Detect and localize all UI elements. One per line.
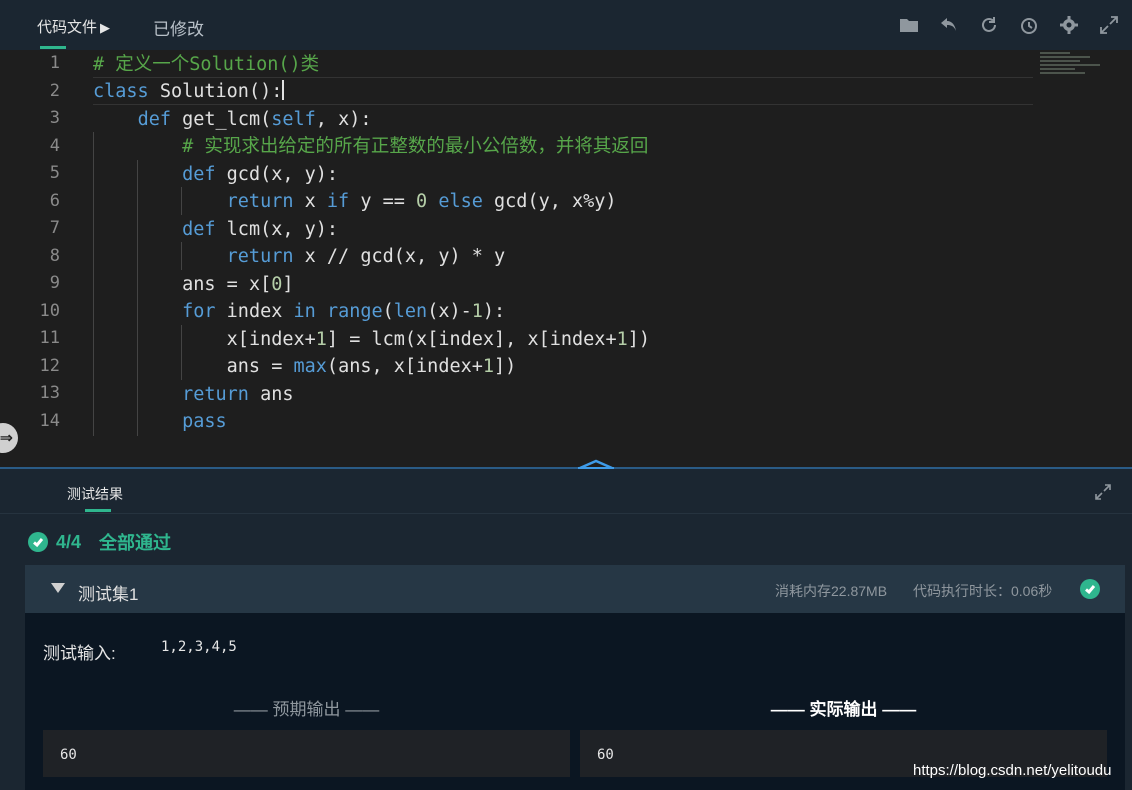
settings-icon[interactable] xyxy=(1056,12,1082,38)
code-line-2: class Solution(): xyxy=(93,80,285,102)
folder-icon[interactable] xyxy=(896,12,922,38)
undo-icon[interactable] xyxy=(936,12,962,38)
code-line-5: def gcd(x, y): xyxy=(182,164,339,185)
tab-code-file-label: 代码文件 xyxy=(37,19,98,36)
code-line-14: pass xyxy=(182,411,227,432)
fullscreen-icon[interactable] xyxy=(1096,12,1122,38)
history-icon[interactable] xyxy=(1016,12,1042,38)
line-number: 5 xyxy=(49,163,60,183)
code-line-9: ans = x[0] xyxy=(182,274,294,295)
test-input-value: 1,2,3,4,5 xyxy=(161,639,237,655)
editor-toolbar xyxy=(896,12,1122,38)
test-set-header[interactable]: 测试集1 消耗内存22.87MB 代码执行时长：0.06秒 xyxy=(25,565,1125,613)
text-caret xyxy=(282,80,285,100)
results-panel: 测试结果 4/4 全部通过 测试集1 消耗内存22.87MB 代码执行时长：0.… xyxy=(0,469,1132,790)
line-number: 7 xyxy=(49,218,60,238)
line-number: 3 xyxy=(49,108,60,128)
code-editor[interactable]: 1 2 3 4 5 6 7 8 9 10 11 12 13 14 # 定义一个S… xyxy=(0,50,1132,468)
code-line-6: return x if y == 0 else gcd(y, x%y) xyxy=(226,191,617,212)
code-line-12: ans = max(ans, x[index+1]) xyxy=(226,356,517,377)
code-line-10: for index in range(len(x)-1): xyxy=(182,301,506,322)
pass-status-text: 全部通过 xyxy=(99,533,172,553)
refresh-icon[interactable] xyxy=(976,12,1002,38)
expected-output-label: —— 预期输出 —— xyxy=(233,700,380,719)
code-line-3: def get_lcm(self, x): xyxy=(137,109,372,130)
code-line-8: return x // gcd(x, y) * y xyxy=(226,246,506,267)
execution-time: 代码执行时长：0.06秒 xyxy=(913,583,1053,599)
line-number: 1 xyxy=(49,53,60,73)
line-number-gutter: 1 2 3 4 5 6 7 8 9 10 11 12 13 14 xyxy=(0,50,80,468)
code-minimap[interactable] xyxy=(1040,52,1110,82)
play-icon[interactable]: ▶ xyxy=(100,20,110,35)
editor-tab-bar: 代码文件 ▶ 已修改 xyxy=(0,0,1132,50)
code-line-13: return ans xyxy=(182,384,294,405)
tab-modified[interactable]: 已修改 xyxy=(153,15,204,40)
check-circle-icon xyxy=(1080,579,1100,599)
caret-down-icon[interactable] xyxy=(51,583,65,593)
code-line-4: # 实现求出给定的所有正整数的最小公倍数，并将其返回 xyxy=(182,136,649,157)
tab-code-file[interactable]: 代码文件 ▶ xyxy=(37,16,110,37)
line-number: 11 xyxy=(39,328,60,348)
line-number: 6 xyxy=(49,191,60,211)
check-circle-icon xyxy=(28,532,48,552)
line-number: 9 xyxy=(49,273,60,293)
test-summary: 4/4 全部通过 xyxy=(28,529,171,555)
line-number: 2 xyxy=(49,81,60,101)
watermark: https://blog.csdn.net/yelitoudu xyxy=(913,762,1112,779)
active-tab-indicator xyxy=(40,46,66,49)
passed-count: 4/4 xyxy=(56,531,82,552)
code-line-7: def lcm(x, y): xyxy=(182,219,339,240)
line-number: 12 xyxy=(39,356,60,376)
active-tab-indicator xyxy=(85,509,111,512)
tab-test-results[interactable]: 测试结果 xyxy=(67,484,123,504)
line-number: 13 xyxy=(39,383,60,403)
divider xyxy=(0,513,1132,514)
memory-usage: 消耗内存22.87MB xyxy=(775,583,888,599)
code-line-1: # 定义一个Solution()类 xyxy=(93,54,320,75)
line-number: 10 xyxy=(39,301,60,321)
line-number: 8 xyxy=(49,246,60,266)
actual-output-label: —— 实际输出 —— xyxy=(770,700,917,719)
test-input-label: 测试输入: xyxy=(43,644,116,663)
expand-panel-icon[interactable] xyxy=(1094,483,1112,501)
expected-output-box: 60 xyxy=(43,730,570,777)
test-set-title: 测试集1 xyxy=(78,585,139,604)
line-number: 4 xyxy=(49,136,60,156)
code-line-11: x[index+1] = lcm(x[index], x[index+1]) xyxy=(226,329,650,350)
